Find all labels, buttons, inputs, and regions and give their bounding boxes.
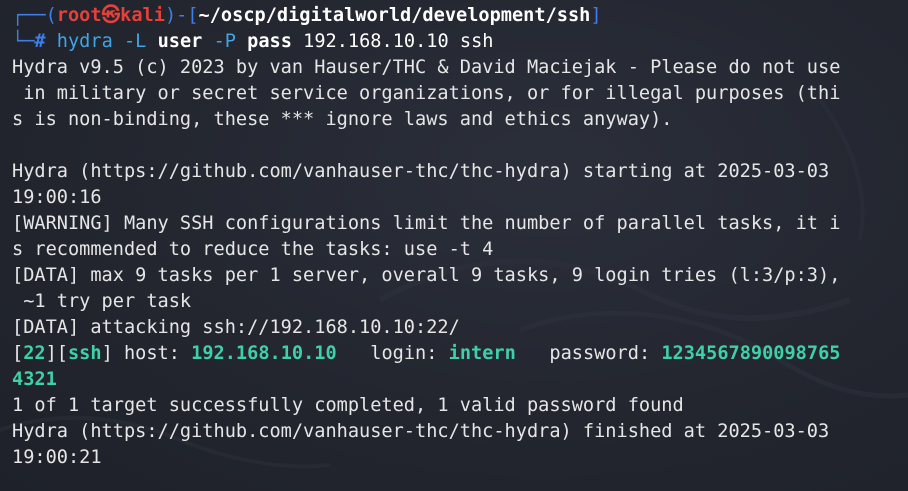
output-line: [DATA] max 9 tasks per 1 server, overall… (12, 265, 841, 286)
prompt-host: kali (120, 5, 165, 26)
command-program: hydra (56, 31, 113, 52)
result-host: 192.168.10.10 (191, 343, 337, 364)
output-line: Hydra v9.5 (c) 2023 by van Hauser/THC & … (12, 57, 841, 78)
command-service: ssh (459, 31, 494, 52)
output-line: ~1 try per task (12, 291, 192, 312)
prompt-user: root (56, 5, 102, 26)
result-bracket: [ (12, 343, 24, 364)
result-line: [22][ssh] host: 192.168.10.10 login: int… (12, 341, 908, 367)
prompt-skull-icon: ㉿ (101, 5, 121, 26)
command-flag-user: -L (123, 31, 147, 52)
command-pass-arg: pass (247, 31, 292, 52)
result-password: 1234567890098765 (661, 343, 841, 364)
output-line: 1 of 1 target successfully completed, 1 … (12, 395, 684, 416)
prompt-separator: )-[ (164, 5, 199, 26)
output-line: s recommended to reduce the tasks: use -… (12, 239, 494, 260)
result-port: 22 (23, 343, 46, 364)
result-password-label: password: (515, 343, 662, 364)
prompt-symbol: # (34, 31, 46, 52)
command-user-arg: user (157, 31, 203, 52)
output-line: 19:00:21 (12, 447, 102, 468)
result-bracket: ][ (45, 343, 68, 364)
result-login-label: login: (336, 343, 449, 364)
result-service: ssh (67, 343, 102, 364)
output-line: Hydra (https://github.com/vanhauser-thc/… (12, 161, 830, 182)
output-line: in military or secret service organizati… (12, 83, 841, 104)
result-host-label: host: (112, 343, 192, 364)
output-line: [DATA] attacking ssh://192.168.10.10:22/ (12, 317, 460, 338)
output-line: s is non-binding, these *** ignore laws … (12, 109, 673, 130)
prompt-corner-bottom: └─ (12, 31, 35, 52)
prompt-corner-top: ┌──( (12, 5, 57, 26)
output-line: 19:00:16 (12, 187, 102, 208)
command-flag-pass: -P (213, 31, 236, 52)
result-password-continued: 4321 (12, 367, 908, 393)
prompt-header-line: ┌──(root㉿kali)-[~/oscp/digitalworld/deve… (12, 3, 908, 29)
command-target: 192.168.10.10 (303, 31, 449, 52)
prompt-path: ~/oscp/digitalworld/development/ssh (198, 5, 591, 26)
result-login: intern (448, 343, 516, 364)
output-line: Hydra (https://github.com/vanhauser-thc/… (12, 421, 830, 442)
result-password-tail: 4321 (12, 369, 57, 390)
prompt-bracket-close: ] (590, 5, 602, 26)
output-line: [WARNING] Many SSH configurations limit … (12, 213, 841, 234)
command-line[interactable]: └─# hydra -L user -P pass 192.168.10.10 … (12, 29, 908, 55)
terminal-window[interactable]: ┌──(root㉿kali)-[~/oscp/digitalworld/deve… (0, 0, 908, 491)
result-bracket: ] (101, 343, 113, 364)
